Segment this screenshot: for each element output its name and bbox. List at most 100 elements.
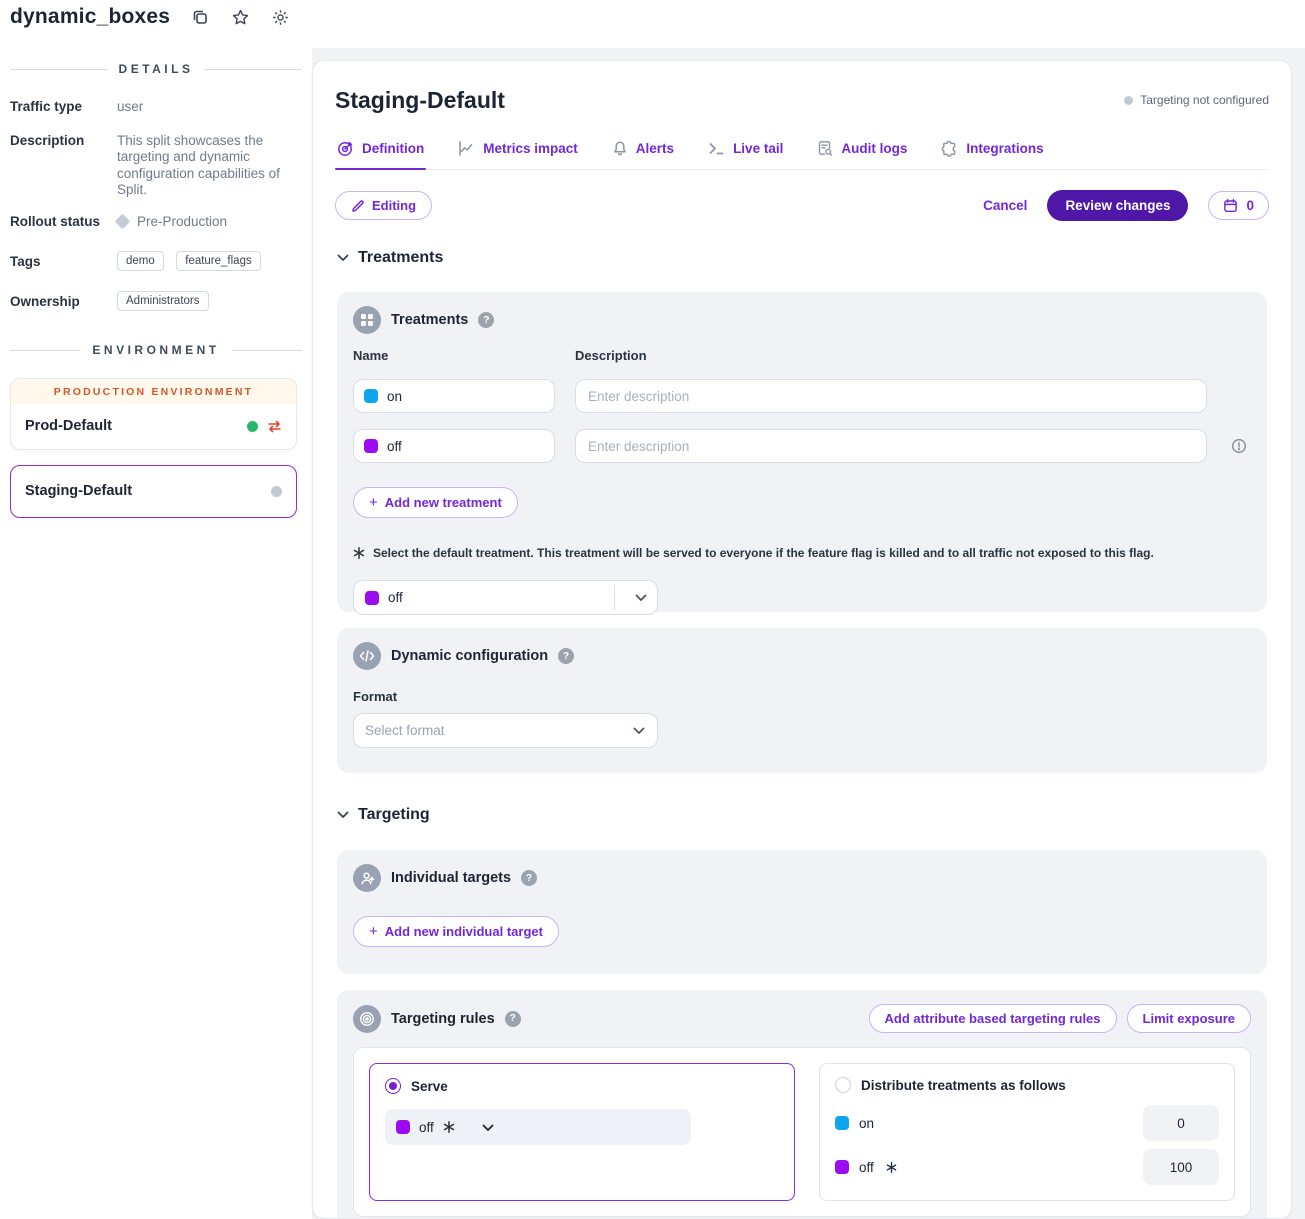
targeting-rules-header: Targeting rules ? Add attribute based ta… — [353, 1004, 1251, 1033]
rollout-status-label: Rollout status — [10, 214, 117, 229]
description-row: Description This split showcases the tar… — [10, 133, 290, 199]
rollout-status-row: Rollout status Pre-Production — [10, 214, 290, 231]
tab-alerts[interactable]: Alerts — [610, 138, 676, 169]
tab-integrations[interactable]: Integrations — [939, 138, 1045, 169]
dynamic-config-header: Dynamic configuration ? — [353, 642, 1251, 670]
panel-content: Treatments Treatments ? Name Description — [313, 249, 1291, 1219]
individual-targets-help-icon[interactable]: ? — [521, 870, 537, 886]
add-new-treatment-button[interactable]: + Add new treatment — [353, 487, 518, 518]
distribute-radio[interactable] — [835, 1077, 851, 1093]
editing-button[interactable]: Editing — [335, 191, 432, 220]
rollout-status-value: Pre-Production — [137, 214, 227, 231]
tab-label: Integrations — [966, 141, 1043, 156]
default-treatment-note: Select the default treatment. This treat… — [353, 546, 1251, 560]
tab-bar: Definition Metrics impact Alerts — [335, 138, 1269, 170]
treatments-help-icon[interactable]: ? — [478, 312, 494, 328]
treatments-card-header: Treatments ? — [353, 306, 1251, 334]
distribute-panel[interactable]: Distribute treatments as follows on 0 of… — [819, 1063, 1235, 1201]
environment-detail-panel: Staging-Default Targeting not configured… — [312, 60, 1292, 1219]
change-queue-button[interactable]: 0 — [1208, 191, 1269, 220]
treatment-color-swatch-on — [364, 389, 378, 403]
gear-icon[interactable] — [270, 7, 290, 27]
distribution-value-on[interactable]: 0 — [1143, 1105, 1219, 1141]
chevron-down-icon — [633, 727, 645, 735]
flag-title: dynamic_boxes — [10, 5, 170, 29]
treatments-section-heading: Treatments — [358, 249, 443, 267]
treatment-color-swatch-off — [396, 1120, 410, 1134]
swap-arrows-icon[interactable] — [267, 420, 282, 433]
ownership-values: Administrators — [117, 291, 290, 311]
owner-chip[interactable]: Administrators — [117, 291, 209, 311]
treatments-section-toggle[interactable]: Treatments — [337, 249, 1267, 267]
serve-radio[interactable] — [385, 1078, 401, 1094]
description-column-header: Description — [575, 348, 1207, 363]
add-individual-target-button[interactable]: + Add new individual target — [353, 916, 559, 947]
tab-label: Live tail — [733, 141, 783, 156]
description-value: This split showcases the targeting and d… — [117, 133, 290, 199]
dynamic-configuration-card: Dynamic configuration ? Format Select fo… — [337, 628, 1267, 773]
puzzle-icon — [941, 140, 958, 157]
env-card-staging[interactable]: Staging-Default — [10, 465, 297, 518]
distribution-name-on-wrap: on — [835, 1116, 1143, 1131]
treatment-color-swatch-off — [365, 591, 379, 605]
tab-definition[interactable]: Definition — [335, 138, 426, 169]
pencil-icon — [351, 199, 365, 213]
cancel-button[interactable]: Cancel — [983, 198, 1027, 213]
star-icon[interactable] — [230, 7, 250, 27]
tab-label: Definition — [362, 141, 424, 156]
chevron-down-icon — [624, 594, 657, 602]
tab-audit-logs[interactable]: Audit logs — [815, 138, 909, 169]
targeting-rules-title: Targeting rules — [391, 1011, 495, 1027]
chevron-down-icon — [337, 811, 349, 819]
distribution-name-off-wrap: off — [835, 1160, 1143, 1175]
info-icon[interactable] — [1227, 438, 1251, 454]
calendar-icon — [1223, 198, 1238, 213]
distribute-radio-row: Distribute treatments as follows — [835, 1077, 1219, 1093]
env-row-prod: Prod-Default — [11, 404, 296, 449]
treatment-description-input-on[interactable] — [575, 379, 1207, 413]
targeting-section-heading: Targeting — [358, 806, 430, 824]
serve-treatment-select[interactable]: off — [385, 1109, 691, 1145]
tab-live-tail[interactable]: Live tail — [706, 138, 785, 169]
tab-label: Metrics impact — [483, 141, 578, 156]
format-select[interactable]: Select format — [353, 713, 658, 748]
treatment-name-off: off — [387, 439, 402, 454]
treatment-name-field-off[interactable]: off — [353, 429, 555, 463]
treatments-card: Treatments ? Name Description on off — [337, 292, 1267, 612]
code-icon — [353, 642, 381, 670]
status-dot-icon — [1124, 96, 1133, 105]
treatment-name-field-on[interactable]: on — [353, 379, 555, 413]
treatments-card-title: Treatments — [391, 312, 468, 328]
format-label: Format — [353, 689, 1251, 704]
tag-chip[interactable]: feature_flags — [176, 251, 261, 271]
default-treatment-select[interactable]: off — [353, 580, 658, 615]
tab-metrics-impact[interactable]: Metrics impact — [456, 138, 580, 169]
add-new-treatment-label: Add new treatment — [385, 495, 502, 510]
limit-exposure-button[interactable]: Limit exposure — [1127, 1004, 1251, 1033]
serve-panel[interactable]: Serve off — [369, 1063, 795, 1201]
details-heading: DETAILS — [10, 62, 302, 76]
editing-label: Editing — [372, 198, 416, 213]
targeting-section-toggle[interactable]: Targeting — [337, 806, 1267, 824]
treatment-description-input-off[interactable] — [575, 429, 1207, 463]
env-card-prod[interactable]: PRODUCTION ENVIRONMENT Prod-Default — [10, 378, 297, 450]
plus-icon: + — [369, 494, 378, 511]
targeting-rules-help-icon[interactable]: ? — [505, 1011, 521, 1027]
individual-targets-title: Individual targets — [391, 870, 511, 886]
tag-chip[interactable]: demo — [117, 251, 164, 271]
name-column-header: Name — [353, 348, 555, 363]
environment-heading: ENVIRONMENT — [10, 343, 302, 357]
treatment-color-swatch-on — [835, 1116, 849, 1130]
queue-count: 0 — [1246, 198, 1254, 213]
treatments-grid-icon — [353, 306, 381, 334]
env-name-prod: Prod-Default — [25, 418, 247, 434]
distribution-value-off[interactable]: 100 — [1143, 1149, 1219, 1185]
review-changes-button[interactable]: Review changes — [1047, 190, 1188, 221]
add-attribute-rules-button[interactable]: Add attribute based targeting rules — [869, 1004, 1117, 1033]
copy-icon[interactable] — [190, 7, 210, 27]
terminal-icon — [708, 141, 725, 156]
rules-inner-container: Serve off — [353, 1047, 1251, 1217]
dynamic-config-help-icon[interactable]: ? — [558, 648, 574, 664]
definition-icon — [337, 140, 354, 157]
distribution-row-on: on 0 — [835, 1105, 1219, 1141]
